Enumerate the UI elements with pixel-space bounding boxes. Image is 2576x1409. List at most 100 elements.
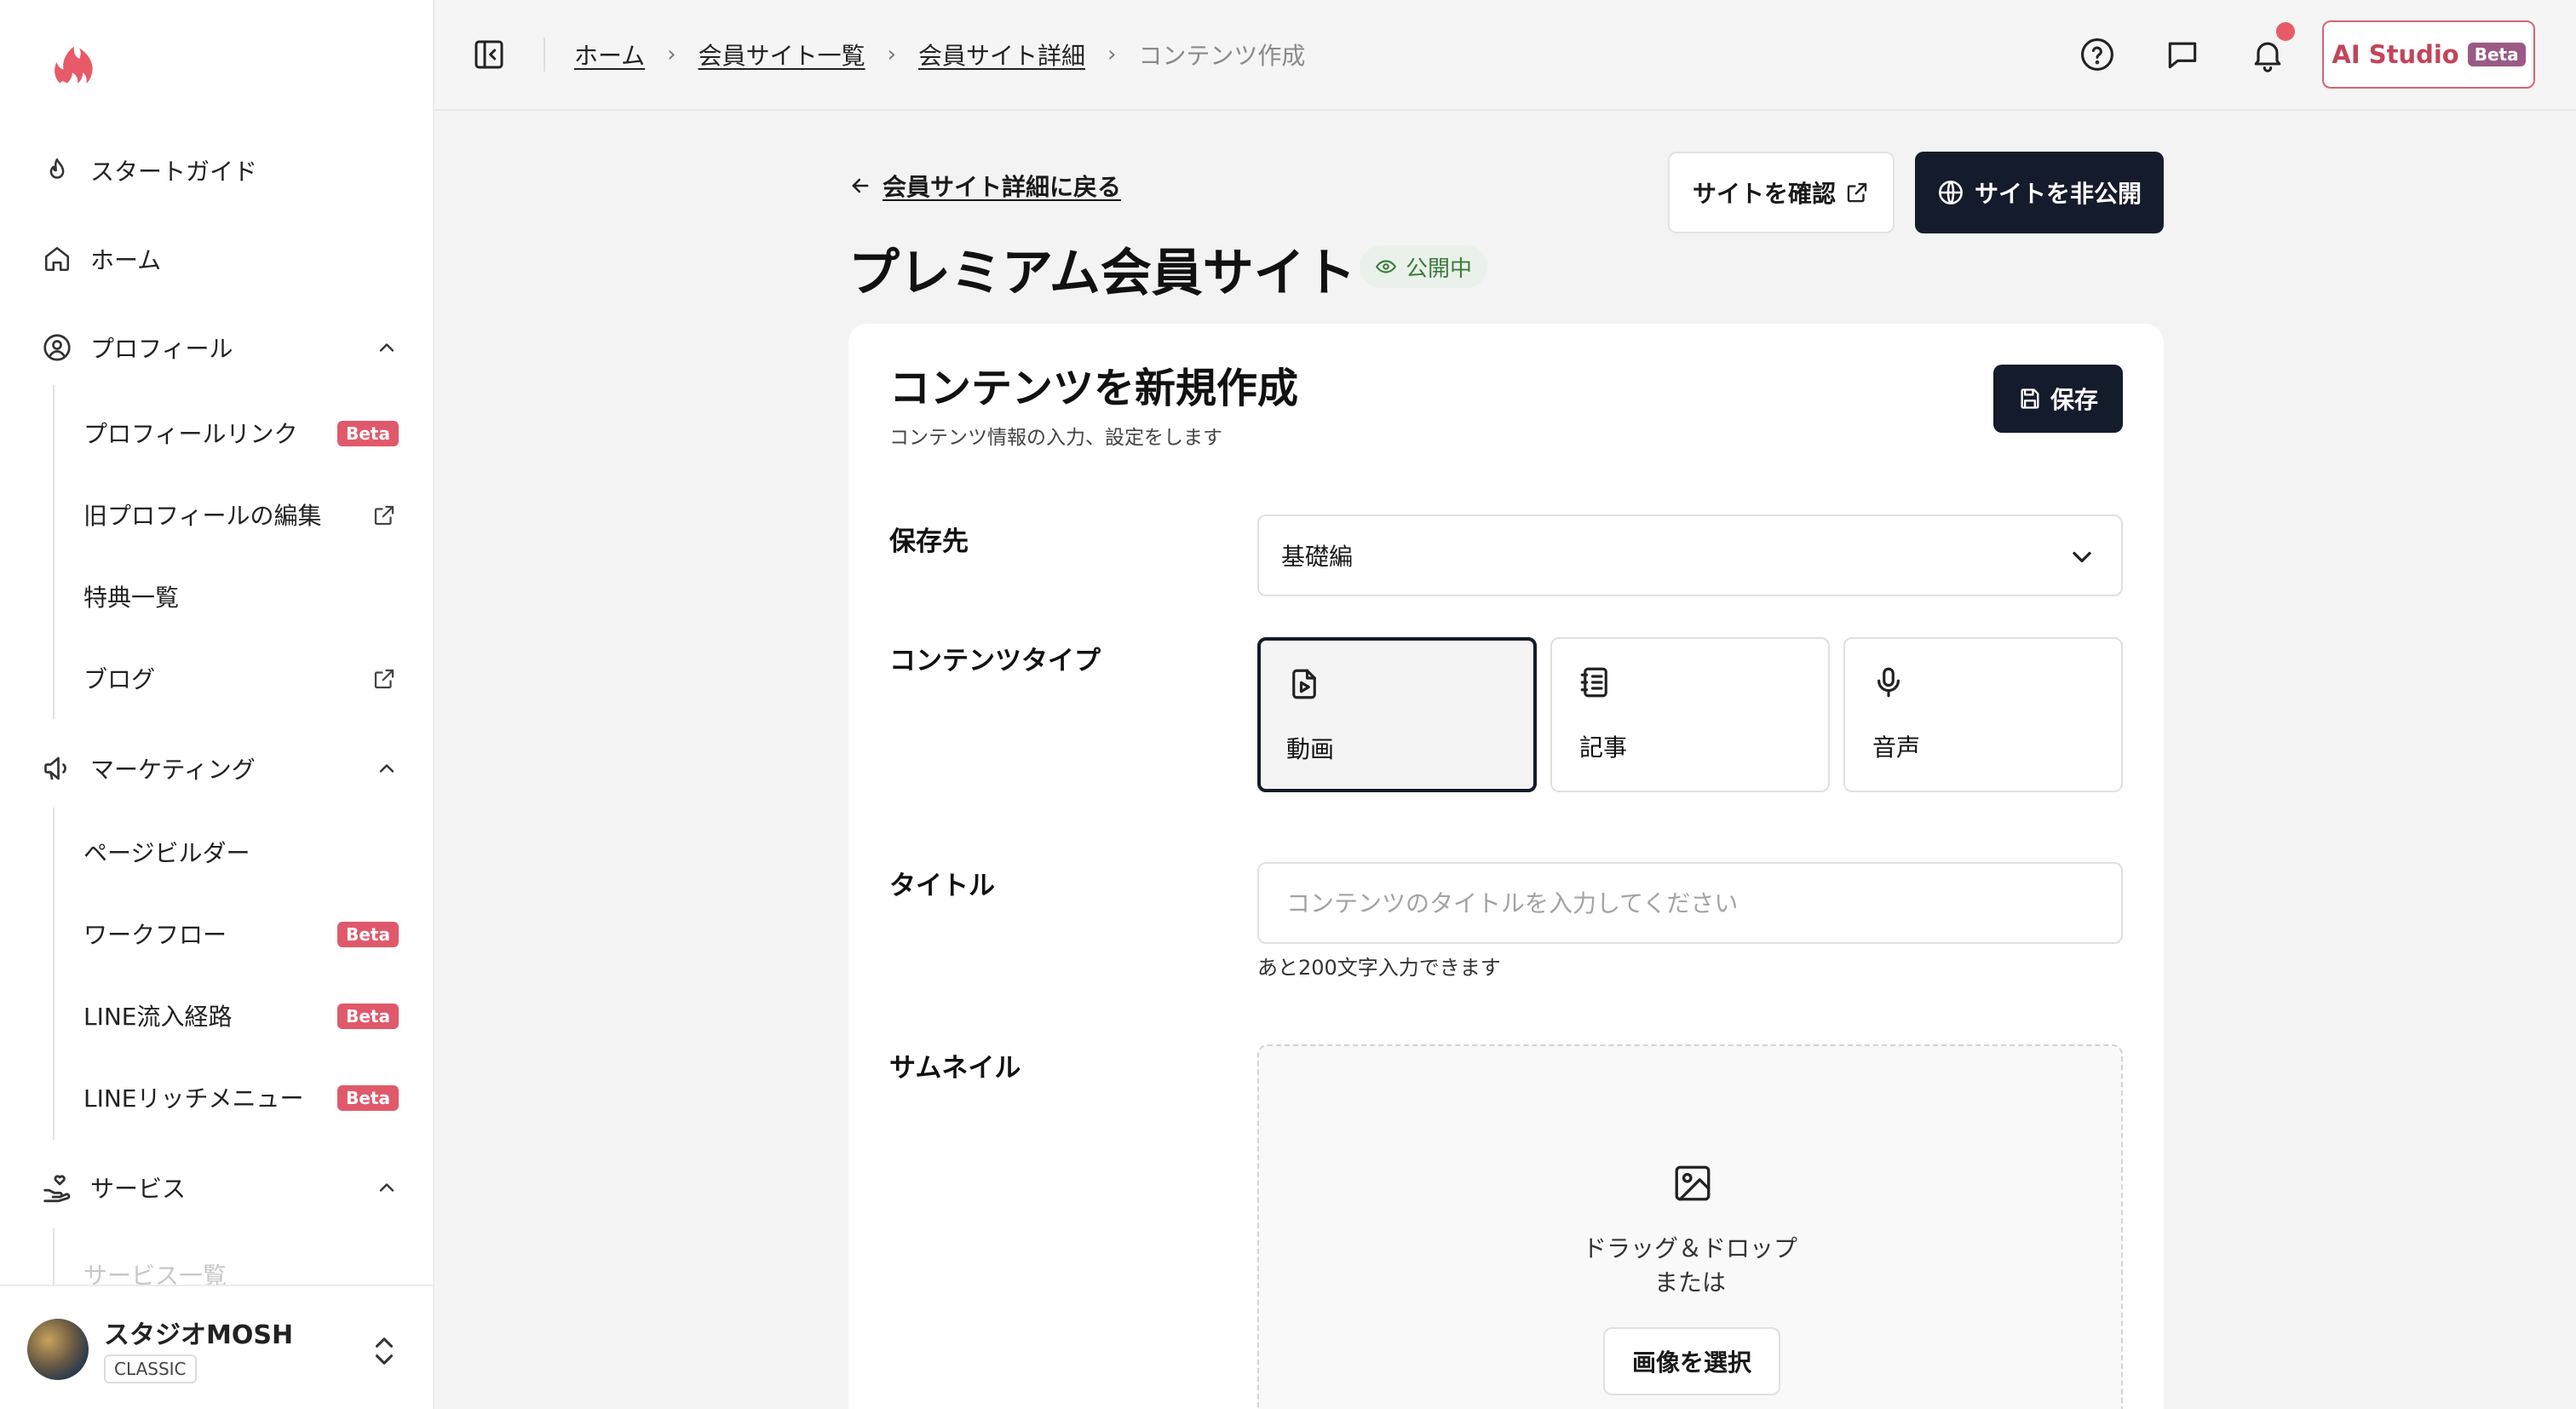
image-icon: [1671, 1162, 1714, 1205]
chevron-up-icon[interactable]: [375, 756, 399, 780]
sidebar-item-service[interactable]: サービス: [41, 1162, 399, 1213]
header-divider: [543, 37, 545, 72]
sidebar-item-label: サービス一覧: [83, 1262, 227, 1285]
chevron-right-icon: ›: [887, 42, 896, 67]
sidebar-item-label: スタートガイド: [90, 158, 258, 186]
page-title: プレミアム会員サイト: [848, 244, 1356, 303]
title-char-count-hint: あと200文字入力できます: [1257, 956, 1501, 980]
external-link-icon: [1844, 180, 1870, 205]
top-header: ホーム › 会員サイト一覧 › 会員サイト詳細 › コンテンツ作成 AI Stu…: [434, 0, 2576, 111]
destination-label: 保存先: [889, 526, 969, 557]
content-type-audio[interactable]: 音声: [1843, 637, 2123, 792]
content-type-label-text: 動画: [1286, 735, 1335, 763]
sidebar-item-label: 旧プロフィールの編集: [83, 502, 322, 530]
sidebar-item-label: マーケティング: [90, 756, 256, 784]
beta-badge: Beta: [337, 922, 399, 947]
save-button[interactable]: 保存: [1993, 365, 2123, 433]
notification-dot: [2276, 22, 2295, 41]
sidebar-item-benefits[interactable]: 特典一覧: [83, 571, 399, 622]
sidebar-item-label: LINEリッチメニュー: [83, 1084, 304, 1113]
content-type-label: コンテンツタイプ: [889, 646, 1101, 676]
title-input[interactable]: [1257, 862, 2123, 944]
breadcrumb-member-sites[interactable]: 会員サイト一覧: [699, 37, 865, 72]
ai-studio-button[interactable]: AI Studio Beta: [2322, 20, 2535, 89]
microphone-icon: [1871, 664, 1906, 700]
sidebar-toggle-icon[interactable]: [472, 37, 506, 72]
back-link-label: 会員サイト詳細に戻る: [883, 173, 1122, 201]
help-icon[interactable]: [2079, 36, 2116, 73]
destination-select[interactable]: 基礎編: [1257, 515, 2123, 596]
unpublish-site-button[interactable]: サイトを非公開: [1915, 152, 2164, 233]
content-type-video[interactable]: 動画: [1257, 637, 1537, 792]
sidebar-item-profile[interactable]: プロフィール: [41, 322, 399, 373]
sidebar-item-label: プロフィールリンク: [83, 420, 298, 448]
external-link-icon: [371, 503, 397, 528]
beta-badge: Beta: [337, 421, 399, 446]
back-to-site-detail-link[interactable]: 会員サイト詳細に戻る: [848, 169, 1121, 203]
chevrons-up-down-icon[interactable]: [370, 1334, 399, 1368]
home-icon: [41, 243, 73, 275]
beta-badge: Beta: [2467, 43, 2526, 66]
sidebar-item-page-builder[interactable]: ページビルダー: [83, 826, 399, 877]
sidebar: スタートガイド ホーム プロフィール プロフィールリンク Beta 旧プロフィー…: [0, 0, 434, 1409]
ai-studio-label: AI Studio: [2332, 40, 2459, 69]
brand-logo-icon[interactable]: [48, 34, 104, 90]
chevron-up-icon[interactable]: [375, 1176, 399, 1199]
sidebar-item-line-rich-menu[interactable]: LINEリッチメニュー Beta: [83, 1072, 399, 1123]
megaphone-icon: [41, 752, 73, 785]
sidebar-item-label: サービス: [90, 1175, 187, 1203]
content-type-label-text: 記事: [1579, 733, 1628, 762]
sidebar-item-label: 特典一覧: [83, 584, 180, 612]
account-switcher[interactable]: スタジオMOSH CLASSIC: [0, 1285, 433, 1409]
dropzone-or-text: または: [1653, 1268, 1726, 1297]
sidebar-item-marketing[interactable]: マーケティング: [41, 743, 399, 794]
video-file-icon: [1286, 666, 1322, 702]
user-circle-icon: [41, 331, 73, 364]
notebook-icon: [1578, 664, 1613, 700]
sidebar-item-home[interactable]: ホーム: [41, 233, 399, 285]
sidebar-item-label: ホーム: [90, 246, 162, 274]
sidebar-item-line-route[interactable]: LINE流入経路 Beta: [83, 990, 399, 1041]
content-form-card: コンテンツを新規作成 コンテンツ情報の入力、設定をします 保存 保存先 基礎編 …: [848, 324, 2164, 1409]
plan-badge: CLASSIC: [104, 1354, 197, 1383]
sidebar-item-label: LINE流入経路: [83, 1003, 233, 1031]
sidebar-item-start-guide[interactable]: スタートガイド: [41, 145, 399, 196]
form-title: コンテンツを新規作成: [889, 365, 1299, 412]
external-link-icon: [371, 666, 397, 692]
account-name: スタジオMOSH: [104, 1320, 294, 1350]
beta-badge: Beta: [337, 1004, 399, 1029]
view-site-button[interactable]: サイトを確認: [1668, 152, 1895, 233]
select-image-button[interactable]: 画像を選択: [1603, 1327, 1780, 1395]
content-type-label-text: 音声: [1872, 733, 1921, 762]
message-icon[interactable]: [2164, 36, 2201, 73]
breadcrumb-member-site-detail[interactable]: 会員サイト詳細: [918, 37, 1085, 72]
sidebar-item-label: ページビルダー: [83, 839, 250, 867]
chevron-right-icon: ›: [667, 42, 676, 67]
sidebar-item-blog[interactable]: ブログ: [83, 653, 399, 704]
chevron-right-icon: ›: [1107, 42, 1117, 67]
status-badge: 公開中: [1360, 245, 1488, 288]
eye-icon: [1375, 256, 1397, 278]
globe-icon: [1937, 179, 1964, 206]
title-label: タイトル: [889, 871, 995, 901]
breadcrumb: ホーム › 会員サイト一覧 › 会員サイト詳細 › コンテンツ作成: [574, 37, 1305, 72]
save-label: 保存: [2050, 386, 2098, 414]
sidebar-item-profile-link[interactable]: プロフィールリンク Beta: [83, 407, 399, 458]
content-type-article[interactable]: 記事: [1550, 637, 1830, 792]
sidebar-item-workflow[interactable]: ワークフロー Beta: [83, 908, 399, 959]
sidebar-item-label: プロフィール: [90, 335, 233, 363]
form-subtitle: コンテンツ情報の入力、設定をします: [889, 427, 1222, 449]
sidebar-item-service-list[interactable]: サービス一覧: [83, 1245, 399, 1285]
thumbnail-dropzone[interactable]: ドラッグ＆ドロップ または 画像を選択: [1257, 1044, 2123, 1409]
sidebar-item-legacy-profile[interactable]: 旧プロフィールの編集: [83, 489, 399, 540]
bell-icon[interactable]: [2249, 36, 2286, 73]
avatar: [27, 1319, 89, 1380]
dropzone-drag-text: ドラッグ＆ドロップ: [1582, 1234, 1797, 1262]
chevron-up-icon[interactable]: [375, 336, 399, 359]
submenu-guide-line: [53, 1228, 55, 1285]
chevron-down-icon: [2067, 542, 2097, 572]
sidebar-item-label: ブログ: [83, 665, 156, 693]
breadcrumb-home[interactable]: ホーム: [574, 37, 645, 72]
submenu-guide-line: [53, 808, 55, 1140]
hand-heart-icon: [41, 1171, 73, 1204]
